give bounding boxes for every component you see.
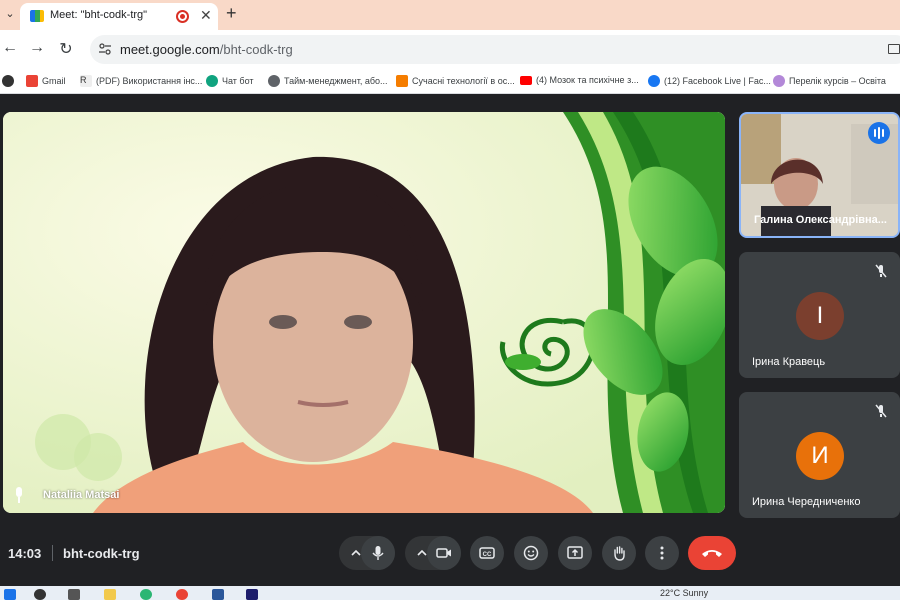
tab-strip: ⌄ Meet: "bht-codk-trg" ✕ + — [0, 0, 900, 30]
meeting-time: 14:03 — [8, 546, 42, 561]
muted-mic-icon — [870, 260, 892, 282]
speaking-indicator-icon — [868, 122, 890, 144]
forward-button[interactable]: → — [27, 39, 47, 57]
weather-widget[interactable]: 22°C Sunny — [660, 588, 708, 598]
microphone-button[interactable] — [361, 536, 395, 570]
site-settings-icon[interactable] — [98, 42, 112, 56]
file-explorer-icon[interactable] — [104, 589, 116, 600]
globe-icon — [268, 75, 280, 87]
browser-tab[interactable]: Meet: "bht-codk-trg" ✕ — [20, 3, 218, 30]
bookmark-youtube[interactable]: (4) Мозок та психічне з... — [520, 75, 639, 85]
toolbar: ← → ↻ meet.google.com/bht-codk-trg — [0, 30, 900, 69]
address-bar[interactable]: meet.google.com/bht-codk-trg — [90, 35, 900, 64]
tab-close-icon[interactable]: ✕ — [200, 7, 212, 24]
bookmarks-bar: Gmail R (PDF) Використання інс... Чат бот… — [0, 69, 900, 94]
facebook-icon — [648, 75, 660, 87]
camera-button[interactable] — [427, 536, 461, 570]
app-icon[interactable] — [246, 589, 258, 600]
url-host: meet.google.com — [120, 42, 220, 57]
url-text: meet.google.com/bht-codk-trg — [120, 42, 293, 57]
microphone-icon — [372, 546, 384, 560]
app-icon[interactable] — [140, 589, 152, 600]
bookmark-label: Сучасні технології в ос... — [412, 76, 515, 86]
captions-button[interactable]: CC — [470, 536, 504, 570]
emoji-icon — [523, 545, 539, 561]
back-button[interactable]: ← — [0, 39, 20, 57]
meet-favicon-icon — [30, 10, 44, 22]
reactions-button[interactable] — [514, 536, 548, 570]
main-participant-name: Nataliia Matsai — [43, 489, 120, 501]
blogger-icon — [396, 75, 408, 87]
present-screen-button[interactable] — [558, 536, 592, 570]
researchgate-icon: R — [80, 75, 92, 87]
avatar: І — [796, 292, 844, 340]
gmail-icon — [26, 75, 38, 87]
participant-video — [3, 112, 725, 513]
os-taskbar: 22°C Sunny — [0, 586, 900, 600]
divider — [52, 545, 53, 561]
meeting-stage: Nataliia Matsai Галина Олександрівна... — [0, 95, 900, 586]
participant-tile-avatar[interactable]: І Ірина Кравець — [739, 252, 900, 378]
avatar: И — [796, 432, 844, 480]
cast-icon[interactable] — [888, 44, 900, 54]
bookmark-chatbot[interactable]: Чат бот — [206, 75, 254, 87]
apps-icon[interactable] — [2, 75, 14, 87]
bookmark-label: (12) Facebook Live | Fac... — [664, 76, 771, 86]
bookmark-label: (4) Мозок та психічне з... — [536, 75, 639, 85]
participant-tile-avatar[interactable]: И Ирина Чередниченко — [739, 392, 900, 518]
reload-button[interactable]: ↻ — [56, 39, 76, 59]
bookmark-label: Gmail — [42, 76, 66, 86]
participant-tile-video[interactable]: Галина Олександрівна... — [739, 112, 900, 238]
svg-text:CC: CC — [483, 552, 492, 558]
recording-indicator-icon — [176, 10, 189, 23]
new-tab-button[interactable]: + — [226, 3, 237, 24]
youtube-icon — [520, 75, 532, 85]
course-icon — [773, 75, 785, 87]
participant-name: Галина Олександрівна... — [754, 214, 887, 226]
tab-title: Meet: "bht-codk-trg" — [50, 9, 148, 21]
leave-call-button[interactable] — [688, 536, 736, 570]
bookmark-gmail[interactable]: Gmail — [26, 75, 66, 87]
hang-up-icon — [702, 550, 722, 557]
bookmark-time-management[interactable]: Тайм-менеджмент, або... — [268, 75, 388, 87]
more-vert-icon — [660, 546, 664, 560]
bookmark-facebook[interactable]: (12) Facebook Live | Fac... — [648, 75, 771, 87]
closed-captions-icon: CC — [479, 547, 495, 559]
main-video-tile[interactable]: Nataliia Matsai — [3, 112, 725, 513]
chatgpt-icon — [206, 75, 218, 87]
bookmark-label: Тайм-менеджмент, або... — [284, 76, 388, 86]
chrome-icon[interactable] — [176, 589, 188, 600]
url-path: /bht-codk-trg — [219, 42, 293, 57]
muted-mic-icon — [870, 400, 892, 422]
bookmark-courses[interactable]: Перелік курсів – Освіта — [773, 75, 886, 87]
microphone-icon — [16, 487, 22, 503]
bookmark-label: Чат бот — [222, 76, 254, 86]
hand-icon — [614, 546, 625, 561]
participant-name: Ірина Кравець — [752, 356, 826, 368]
meeting-controls: 14:03 bht-codk-trg CC — [0, 520, 900, 586]
bookmark-label: Перелік курсів – Освіта — [789, 76, 886, 86]
search-icon[interactable] — [34, 589, 46, 600]
bookmark-label: (PDF) Використання інс... — [96, 76, 203, 86]
tab-search-chevron-icon[interactable]: ⌄ — [2, 7, 18, 23]
windows-start-icon[interactable] — [4, 589, 16, 600]
raise-hand-button[interactable] — [602, 536, 636, 570]
meeting-code: bht-codk-trg — [63, 546, 140, 561]
participant-name: Ирина Чередниченко — [752, 496, 861, 508]
task-view-icon[interactable] — [68, 589, 80, 600]
camera-icon — [436, 548, 451, 558]
word-icon[interactable] — [212, 589, 224, 600]
present-icon — [567, 546, 583, 559]
bookmark-pdf[interactable]: R (PDF) Використання інс... — [80, 75, 202, 87]
bookmark-modern-tech[interactable]: Сучасні технології в ос... — [396, 75, 515, 87]
more-options-button[interactable] — [645, 536, 679, 570]
